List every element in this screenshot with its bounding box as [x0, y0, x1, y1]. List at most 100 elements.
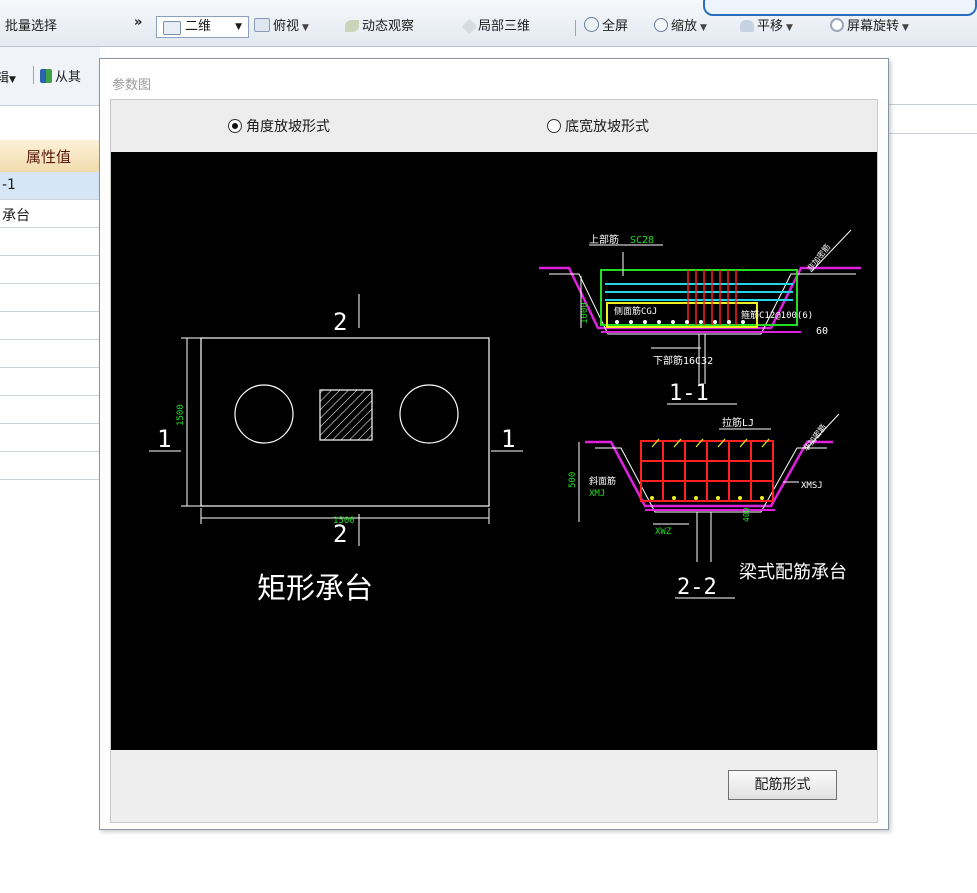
batch-select-button[interactable]: 批量选择	[5, 16, 57, 38]
rebar-form-button[interactable]: 配筋形式	[728, 770, 837, 800]
side-rebar-label-2: 斜面筋	[589, 475, 616, 487]
radio-unchecked-icon	[547, 119, 561, 133]
rect-cap-plan: 2 2 1 1 1500 1500 矩形承台	[149, 294, 523, 605]
pan-button[interactable]: 平移 ▼	[740, 16, 793, 38]
side-rebar-label: 侧面筋CGJ	[614, 305, 657, 317]
fullscreen-label: 全屏	[602, 19, 629, 34]
property-row[interactable]	[0, 256, 100, 284]
parameter-diagram-dialog: 参数图 角度放坡形式 底宽放坡形式 2 2 1 1 1500 1500 矩形承台…	[99, 58, 889, 830]
dynamic-view-label: 动态观察	[362, 19, 415, 34]
bottom-bar-dots	[615, 320, 745, 324]
toolbar-separator	[888, 104, 977, 105]
section22-title: 2-2	[677, 575, 717, 600]
property-row[interactable]	[0, 284, 100, 312]
chevron-down-icon: ▼	[786, 23, 793, 33]
dim-width-label: 1500	[333, 516, 355, 526]
view-2d-icon	[163, 21, 181, 35]
section-mark-top: 2	[333, 308, 347, 336]
chevron-down-icon: ▼	[9, 75, 16, 85]
toolbar-separator	[0, 105, 100, 106]
side-rebar-code-2: XMJ	[589, 489, 605, 499]
local-3d-label: 局部三维	[478, 19, 531, 34]
main-toolbar: 批量选择 » 二维 ▼ 俯视 ▼ 动态观察 局部三维 全屏 缩放 ▼ 平移 ▼ 屏幕旋…	[0, 0, 977, 47]
edit-menu-label: 辑	[0, 71, 10, 86]
cube-icon	[254, 18, 270, 32]
screen-rotate-label: 屏幕旋转	[847, 19, 900, 34]
top-view-label: 俯视	[273, 19, 300, 34]
pile-circle-right	[399, 384, 459, 444]
property-row[interactable]	[0, 396, 100, 424]
section22-caption: 梁式配筋承台	[739, 562, 847, 583]
edit-menu[interactable]: 辑▼	[0, 67, 16, 86]
copy-from-other-label: 从其	[55, 70, 82, 85]
local-3d-button[interactable]: 局部三维	[461, 16, 531, 38]
dialog-body: 角度放坡形式 底宽放坡形式 2 2 1 1 1500 1500 矩形承台 上部筋…	[110, 99, 878, 823]
toolbar-divider	[575, 20, 576, 36]
toolbar-divider	[33, 66, 34, 84]
top-rebar-label: 上部筋	[589, 233, 619, 246]
title-search-box[interactable]	[703, 0, 977, 16]
zoom-extents-icon	[584, 17, 599, 32]
property-row[interactable]	[0, 424, 100, 452]
property-value: 承台	[2, 208, 30, 224]
property-value-header: 属性值	[26, 148, 72, 166]
orbit-icon	[345, 20, 359, 32]
section-1-1: 上部筋 SC28 侧面筋CGJ 箍筋C12@100(6) 下部筋16C32 10…	[539, 229, 861, 406]
property-value: -1	[2, 177, 16, 193]
dialog-titlebar[interactable]: 参数图	[100, 59, 888, 99]
pan-hand-icon	[740, 20, 754, 32]
pile-circle-left	[234, 384, 294, 444]
slope-angle-label: 60	[816, 326, 828, 337]
property-row[interactable]: -1	[0, 172, 100, 200]
panel-separator	[888, 133, 977, 134]
fullscreen-button[interactable]: 全屏	[584, 16, 628, 38]
toolbar-overflow-button[interactable]: »	[134, 12, 142, 34]
top-view-button[interactable]: 俯视 ▼	[254, 16, 309, 38]
bottom-rebar-label: 下部筋16C32	[653, 354, 713, 367]
bottom-label-2: XWZ	[655, 527, 672, 537]
section-mark-right: 1	[501, 425, 515, 453]
property-row[interactable]	[0, 312, 100, 340]
stirrup-label: 箍筋C12@100(6)	[741, 309, 813, 321]
radio-checked-icon	[228, 119, 242, 133]
chevron-down-icon: ▼	[235, 22, 242, 32]
property-row[interactable]	[0, 340, 100, 368]
secondary-toolbar: 辑▼ 从其	[0, 47, 100, 105]
property-row[interactable]: 承台	[0, 200, 100, 228]
pile-rebar-label: 拉筋LJ	[722, 416, 754, 429]
rect-cap-caption: 矩形承台	[257, 571, 373, 605]
property-grid-header: 属性值	[0, 140, 100, 173]
property-row[interactable]	[0, 368, 100, 396]
zoom-button[interactable]: 缩放 ▼	[654, 16, 707, 38]
view-2d-dropdown[interactable]: 二维 ▼	[156, 16, 249, 38]
radio-angle-label: 角度放坡形式	[246, 119, 330, 135]
slope-rebar-label-2: XMSJ	[801, 481, 823, 491]
property-row[interactable]	[0, 228, 100, 256]
slope-mode-selector: 角度放坡形式 底宽放坡形式	[111, 100, 877, 153]
screen-rotate-button[interactable]: 屏幕旋转 ▼	[830, 16, 909, 38]
section-2-2: 拉筋LJ 斜面筋 XMJ XMSJ XWZ 500 400 非加密筋 2-2 梁…	[568, 413, 847, 600]
dim-height-label: 1500	[176, 404, 186, 426]
radio-angle-slope[interactable]: 角度放坡形式	[228, 119, 330, 135]
property-row[interactable]	[0, 452, 100, 480]
section22-dim-label: 500	[568, 472, 578, 488]
copy-from-other-button[interactable]: 从其	[40, 66, 81, 85]
radio-width-label: 底宽放坡形式	[565, 119, 649, 135]
chevron-down-icon: ▼	[302, 23, 309, 33]
pan-label: 平移	[757, 19, 784, 34]
chevron-down-icon: ▼	[700, 23, 707, 33]
rotate-icon	[830, 18, 844, 32]
red-stirrups	[687, 270, 737, 325]
local-3d-icon	[461, 18, 478, 35]
slope-outline-2	[585, 440, 833, 508]
section-mark-left: 1	[157, 425, 171, 453]
chevron-down-icon: ▼	[902, 23, 909, 33]
diagram-canvas: 2 2 1 1 1500 1500 矩形承台 上部筋 SC28 侧面筋CGJ 箍…	[111, 152, 877, 750]
section22-dim-small: 400	[742, 507, 751, 522]
column-hatch	[319, 389, 373, 441]
section11-title: 1-1	[669, 381, 709, 406]
radio-width-slope[interactable]: 底宽放坡形式	[547, 119, 649, 135]
dynamic-view-button[interactable]: 动态观察	[345, 16, 414, 38]
red-mesh	[640, 440, 774, 502]
dialog-title: 参数图	[112, 78, 152, 93]
